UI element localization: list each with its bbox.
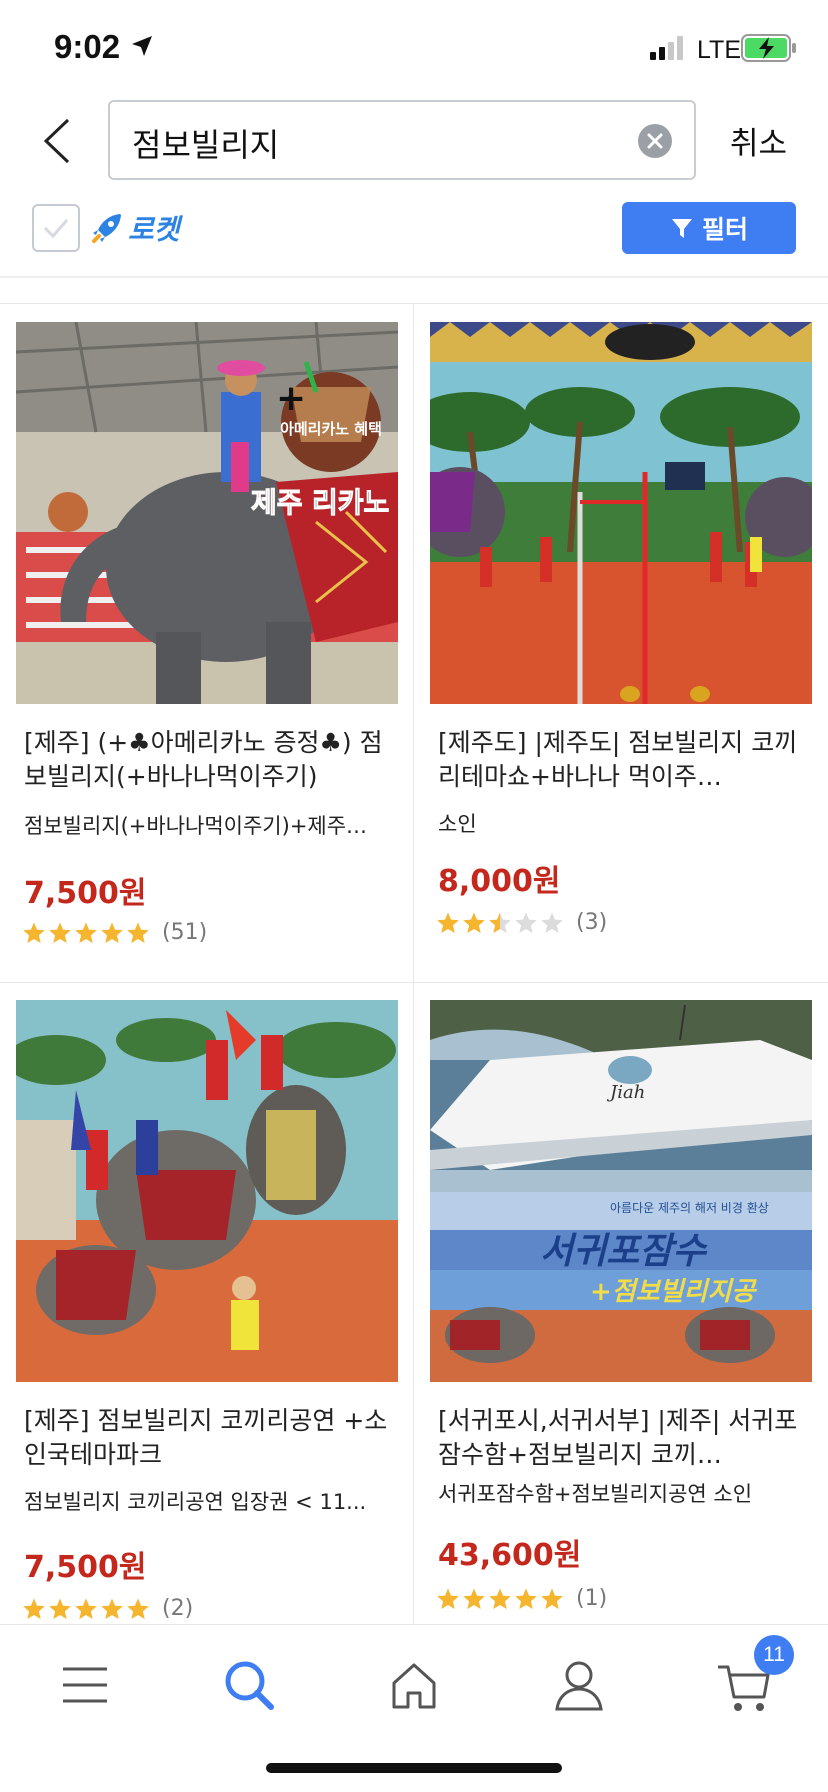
filter-button-label: 필터	[701, 215, 748, 244]
star-icon	[49, 922, 71, 943]
elephant-performance-photo	[16, 1000, 398, 1382]
product-card[interactable]: [제주] 점보빌리지 코끼리공연 +소인국테마파크 점보빌리지 코끼리공연 입장…	[0, 982, 414, 1624]
star-icon	[541, 1588, 563, 1609]
star-icon	[437, 1588, 459, 1609]
product-title: [제주] 점보빌리지 코끼리공연 +소인국테마파크	[24, 1406, 388, 1469]
home-icon[interactable]	[384, 1655, 444, 1715]
americano-badge-text: 아메리카노 혜택	[280, 420, 382, 438]
bottom-navigation: 11	[0, 1624, 828, 1792]
review-count: (1)	[576, 1586, 608, 1611]
star-icon	[23, 922, 45, 943]
star-icon	[127, 922, 149, 943]
product-price: 7,500원	[24, 876, 147, 911]
product-title: [제주도] |제주도| 점보빌리지 코끼리테마쇼+바나나 먹이주…	[438, 728, 798, 791]
product-grid: + 아메리카노 혜택 제주 리카노 [제주] (+♣아메리카노 증정♣) 점보빌…	[0, 304, 828, 1624]
product-subtitle: 소인	[438, 812, 477, 836]
status-bar: 9:02 LTE	[0, 0, 828, 96]
battery-charging-icon	[741, 34, 796, 62]
product-image[interactable]	[16, 1000, 398, 1382]
menu-icon[interactable]	[55, 1655, 115, 1715]
product-subtitle: 점보빌리지 코끼리공연 입장권 < 11...	[24, 1490, 367, 1514]
carrier-label: LTE	[697, 36, 741, 64]
product-card[interactable]: + 아메리카노 혜택 제주 리카노 [제주] (+♣아메리카노 증정♣) 점보빌…	[0, 304, 414, 982]
product-card[interactable]: [제주도] |제주도| 점보빌리지 코끼리테마쇼+바나나 먹이주… 소인 8,0…	[414, 304, 828, 982]
filter-button[interactable]: 필터	[622, 202, 796, 254]
star-icon	[75, 1598, 97, 1619]
rocket-text: 로켓	[128, 213, 180, 246]
funnel-icon	[671, 219, 692, 238]
user-profile-icon[interactable]	[549, 1655, 609, 1715]
clear-search-button[interactable]	[638, 124, 672, 158]
star-icon	[101, 1598, 123, 1619]
promo-tagline: 아름다운 제주의 해저 비경 환상	[610, 1201, 769, 1215]
product-title: [제주] (+♣아메리카노 증정♣) 점보빌리지(+바나나먹이주기)	[24, 728, 383, 791]
product-image[interactable]: Jiah 아름다운 제주의 해저 비경 환상 서귀포잠수 +점보빌리지공	[430, 1000, 812, 1382]
review-count: (2)	[162, 1596, 194, 1621]
cart-count-badge: 11	[754, 1635, 794, 1675]
brand-text-a: 제주	[251, 486, 303, 519]
star-icon	[489, 912, 511, 933]
promo-headline: 서귀포잠수	[540, 1231, 708, 1272]
location-arrow-icon	[132, 36, 152, 56]
product-subtitle: 서귀포잠수함+점보빌리지공연 소인	[438, 1482, 753, 1506]
elephant-show-photo: + 아메리카노 혜택 제주 리카노	[16, 322, 398, 704]
product-image[interactable]	[430, 322, 812, 704]
close-icon	[647, 133, 663, 149]
promo-subline: +점보빌리지공	[590, 1277, 757, 1307]
checkmark-icon	[43, 219, 69, 239]
product-image[interactable]: + 아메리카노 혜택 제주 리카노	[16, 322, 398, 704]
rocket-checkbox[interactable]	[32, 204, 80, 252]
product-card[interactable]: Jiah 아름다운 제주의 해저 비경 환상 서귀포잠수 +점보빌리지공 [서귀…	[414, 982, 828, 1624]
review-count: (3)	[576, 910, 608, 935]
cancel-button[interactable]: 취소	[730, 118, 787, 163]
product-price: 7,500원	[24, 1550, 147, 1585]
home-indicator[interactable]	[266, 1763, 562, 1773]
search-input[interactable]: 점보빌리지	[108, 100, 696, 180]
rocket-icon	[92, 214, 121, 243]
star-icon	[437, 912, 459, 933]
rocket-delivery-label[interactable]: 로켓	[90, 208, 180, 248]
star-icon	[127, 1598, 149, 1619]
brand-text-b: 리카노	[312, 486, 389, 519]
status-time: 9:02	[54, 28, 121, 65]
star-icon	[541, 912, 563, 933]
review-count: (51)	[162, 920, 208, 945]
header-divider	[0, 276, 828, 278]
svg-text:+: +	[276, 378, 306, 419]
product-title: [서귀포시,서귀서부] |제주| 서귀포잠수함+점보빌리지 코끼…	[438, 1406, 798, 1469]
back-chevron-icon[interactable]	[38, 116, 78, 166]
star-icon	[515, 912, 537, 933]
search-icon[interactable]	[219, 1655, 279, 1715]
submarine-name: Jiah	[606, 1082, 645, 1103]
product-price: 43,600원	[438, 1538, 582, 1573]
star-icon	[23, 1598, 45, 1619]
product-rating: (2)	[22, 1596, 193, 1621]
elephant-theater-photo	[430, 322, 812, 704]
product-rating: (1)	[436, 1586, 607, 1611]
star-icon	[489, 1588, 511, 1609]
star-icon	[49, 1598, 71, 1619]
star-icon	[515, 1588, 537, 1609]
submarine-promo-photo: Jiah 아름다운 제주의 해저 비경 환상 서귀포잠수 +점보빌리지공	[430, 1000, 812, 1382]
product-subtitle: 점보빌리지(+바나나먹이주기)+제주…	[24, 814, 368, 838]
star-icon	[101, 922, 123, 943]
cellular-signal-icon	[650, 36, 683, 60]
star-icon	[75, 922, 97, 943]
star-icon	[463, 912, 485, 933]
product-rating: (51)	[22, 920, 207, 945]
star-icon	[463, 1588, 485, 1609]
product-price: 8,000원	[438, 864, 561, 899]
search-query-text: 점보빌리지	[132, 126, 280, 164]
product-rating: (3)	[436, 910, 607, 935]
